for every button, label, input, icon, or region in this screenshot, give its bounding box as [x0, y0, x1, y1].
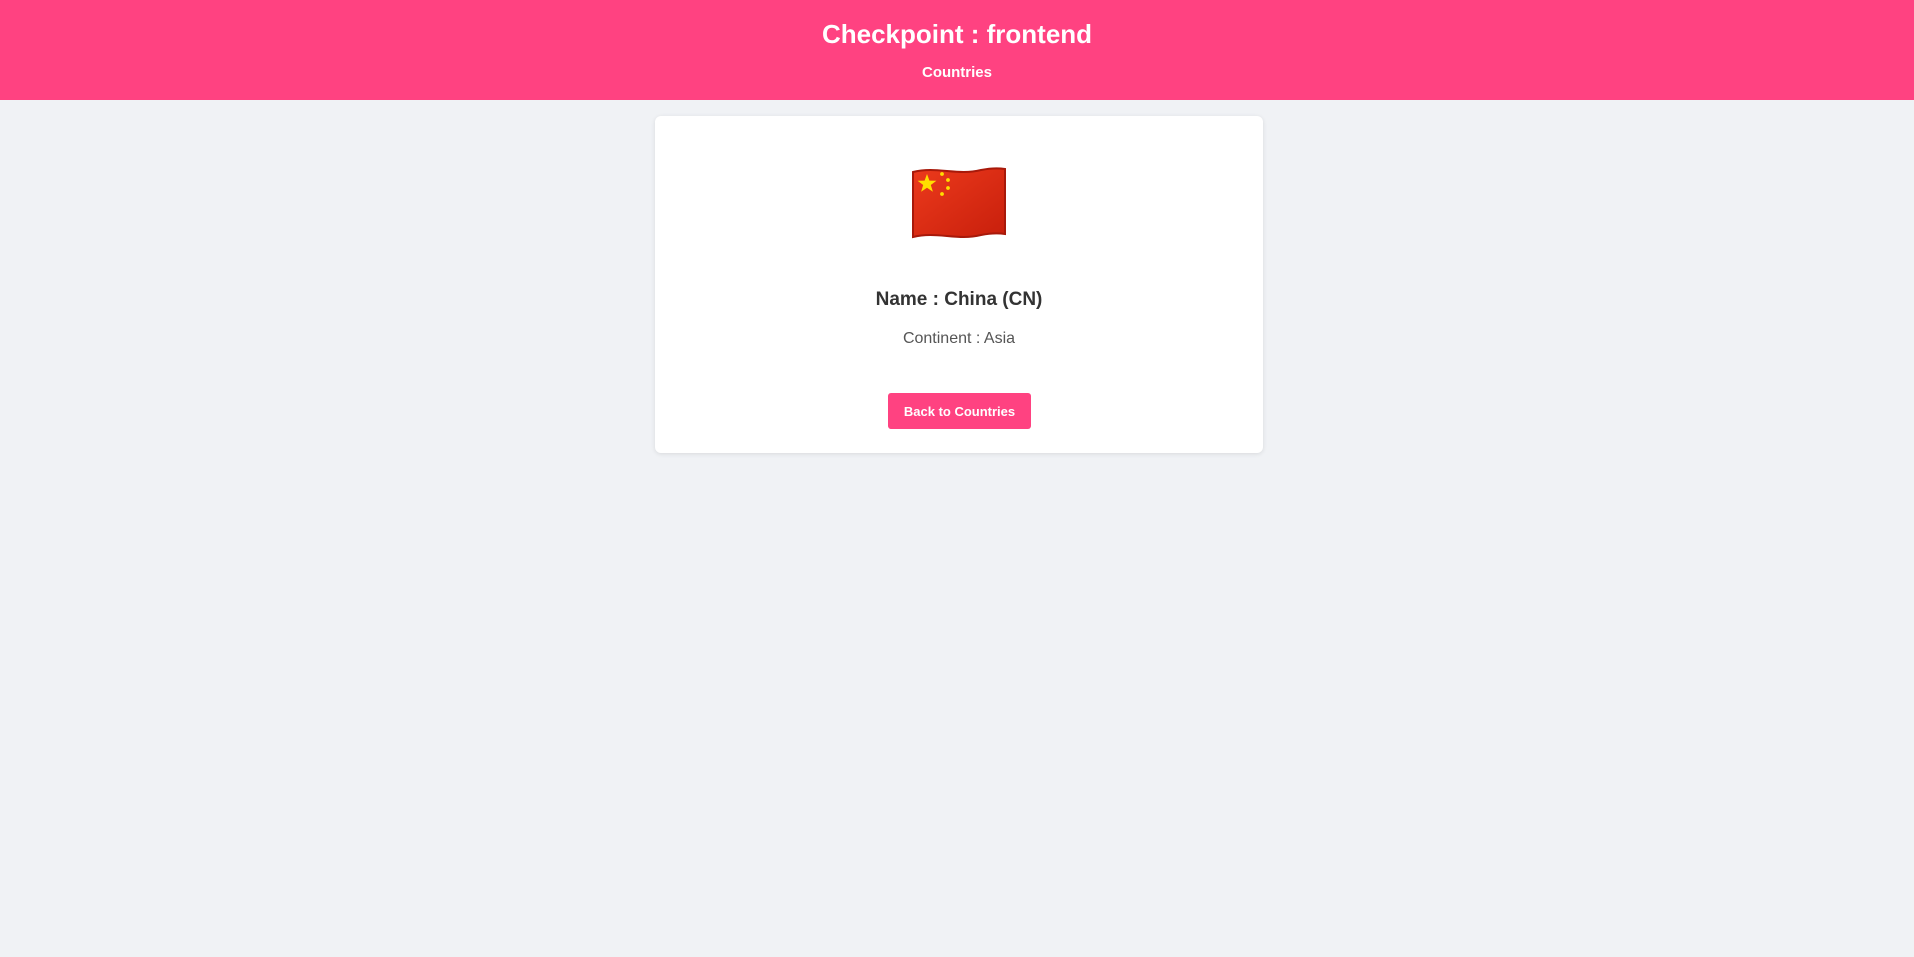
nav-link-countries[interactable]: Countries — [0, 64, 1914, 82]
country-detail-card: Name : China (CN) Continent : Asia Back … — [655, 116, 1263, 453]
country-name: Name : China (CN) — [875, 289, 1043, 310]
china-flag-icon — [912, 167, 1006, 239]
app-header: Checkpoint : frontend Countries — [0, 0, 1914, 100]
country-continent: Continent : Asia — [902, 330, 1016, 347]
app-title: Checkpoint : frontend — [821, 19, 1093, 49]
back-to-countries-button[interactable]: Back to Countries — [888, 393, 1031, 429]
